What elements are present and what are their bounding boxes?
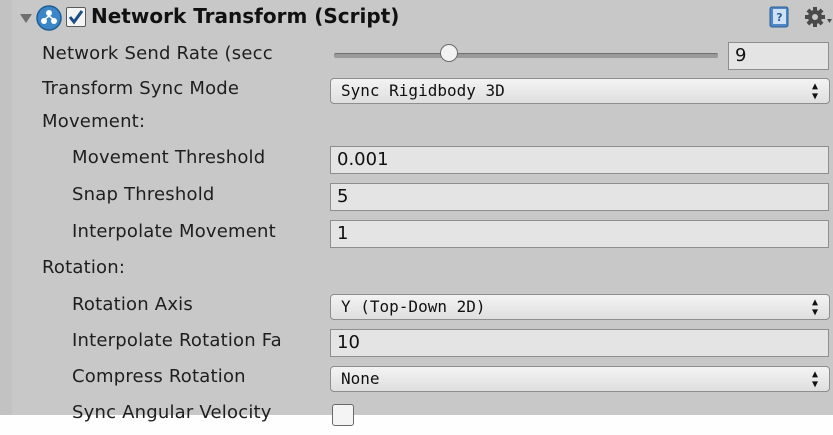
snap-threshold-input[interactable]: 5	[330, 183, 829, 211]
dropdown-arrows-icon: ▲ ▼	[811, 297, 819, 318]
movement-threshold-input[interactable]: 0.001	[330, 146, 829, 174]
fold-arrow-icon[interactable]	[20, 14, 32, 23]
dropdown-arrows-icon: ▲ ▼	[811, 81, 819, 102]
sync-mode-value: Sync Rigidbody 3D	[341, 81, 505, 100]
snap-threshold-label: Snap Threshold	[72, 184, 215, 205]
sync-angular-row: Sync Angular Velocity	[0, 399, 833, 426]
sync-mode-row: Transform Sync Mode Sync Rigidbody 3D ▲ ▼	[0, 75, 833, 107]
interpolate-rotation-label: Interpolate Rotation Fa	[72, 330, 282, 351]
rotation-heading: Rotation:	[42, 257, 126, 278]
interpolate-rotation-input[interactable]: 10	[330, 329, 829, 357]
send-rate-slider-thumb[interactable]	[440, 44, 459, 62]
send-rate-input[interactable]: 9	[728, 42, 829, 70]
component-enabled-checkbox[interactable]	[66, 7, 86, 27]
help-book-icon[interactable]: ?	[768, 6, 790, 28]
svg-text:?: ?	[776, 11, 782, 24]
movement-heading-row: Movement:	[0, 108, 833, 140]
checkmark-icon	[68, 10, 84, 25]
rotation-axis-label: Rotation Axis	[72, 294, 193, 315]
interpolate-movement-input[interactable]: 1	[330, 220, 829, 248]
component-header[interactable]: Network Transform (Script) ?	[0, 0, 833, 36]
dropdown-arrows-icon: ▲ ▼	[811, 369, 819, 390]
compress-rotation-row: Compress Rotation None ▲ ▼	[0, 363, 833, 395]
interpolate-movement-label: Interpolate Movement	[72, 221, 276, 242]
movement-threshold-row: Movement Threshold 0.001	[0, 144, 833, 176]
rotation-heading-row: Rotation:	[0, 254, 833, 286]
interpolate-rotation-row: Interpolate Rotation Fa 10	[0, 327, 833, 359]
sync-angular-checkbox[interactable]	[332, 404, 354, 426]
sync-mode-dropdown[interactable]: Sync Rigidbody 3D ▲ ▼	[330, 78, 830, 104]
compress-rotation-dropdown[interactable]: None ▲ ▼	[330, 366, 830, 392]
network-component-icon	[36, 5, 62, 31]
rotation-axis-value: Y (Top-Down 2D)	[341, 297, 486, 316]
send-rate-row: Network Send Rate (secc 9	[0, 40, 833, 72]
snap-threshold-row: Snap Threshold 5	[0, 181, 833, 213]
rotation-axis-dropdown[interactable]: Y (Top-Down 2D) ▲ ▼	[330, 294, 830, 320]
movement-heading: Movement:	[42, 111, 146, 132]
send-rate-label: Network Send Rate (secc	[42, 43, 273, 64]
movement-threshold-label: Movement Threshold	[72, 147, 266, 168]
compress-rotation-label: Compress Rotation	[72, 366, 246, 387]
component-title: Network Transform (Script)	[91, 4, 400, 28]
sync-angular-label: Sync Angular Velocity	[72, 402, 272, 423]
gear-icon[interactable]	[802, 5, 833, 29]
interpolate-movement-row: Interpolate Movement 1	[0, 218, 833, 250]
sync-mode-label: Transform Sync Mode	[42, 78, 240, 99]
send-rate-slider-track[interactable]	[334, 53, 718, 58]
inspector-panel: Network Transform (Script) ? Network Sen…	[0, 0, 833, 426]
rotation-axis-row: Rotation Axis Y (Top-Down 2D) ▲ ▼	[0, 291, 833, 323]
compress-rotation-value: None	[341, 369, 380, 388]
